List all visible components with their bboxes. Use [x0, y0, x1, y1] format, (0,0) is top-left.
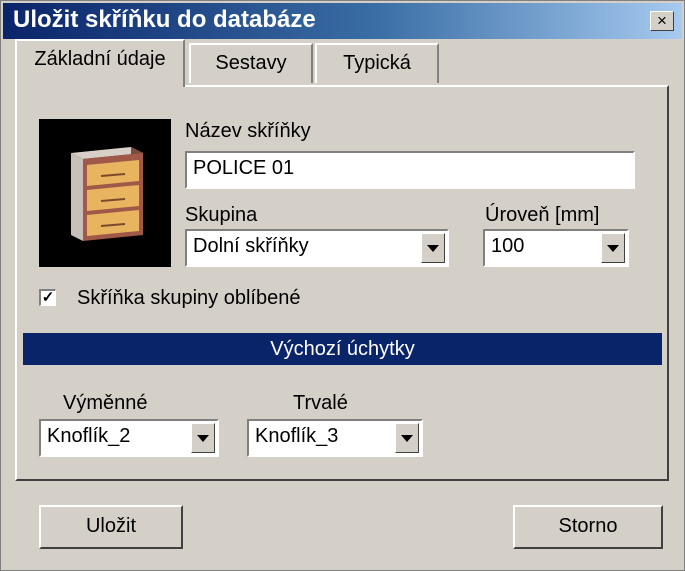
group-select[interactable]: Dolní skříňky [185, 229, 449, 267]
permanent-label: Trvalé [293, 392, 348, 414]
close-button[interactable]: × [650, 11, 674, 31]
favorite-label[interactable]: Skříňka skupiny oblíbené [77, 286, 300, 310]
chevron-down-icon [197, 435, 209, 442]
save-button[interactable]: Uložit [39, 505, 183, 549]
title-bar[interactable]: Uložit skříňku do databáze × [3, 3, 682, 39]
tab-label: Typická [343, 52, 411, 74]
chevron-down-icon [427, 245, 439, 252]
default-handles-header: Výchozí úchytky [23, 333, 662, 365]
cabinet-name-label: Název skříňky [185, 120, 311, 142]
group-label: Skupina [185, 204, 258, 226]
cabinet-name-input[interactable]: POLICE 01 [185, 151, 635, 189]
tab-zakladni-udaje[interactable]: Základní údaje [15, 39, 185, 87]
close-icon: × [657, 11, 667, 30]
save-button-label: Uložit [85, 515, 136, 537]
permanent-value: Knoflík_3 [255, 425, 339, 447]
chevron-down-icon [401, 435, 413, 442]
cabinet-name-value: POLICE 01 [193, 157, 295, 179]
group-value: Dolní skříňky [193, 235, 309, 257]
level-dropdown-button[interactable] [601, 233, 625, 263]
replaceable-value: Knoflík_2 [47, 425, 131, 447]
permanent-select[interactable]: Knoflík_3 [247, 419, 423, 457]
tab-label: Sestavy [215, 52, 287, 74]
tab-label: Základní údaje [34, 48, 166, 70]
replaceable-label: Výměnné [63, 392, 148, 414]
cancel-button[interactable]: Storno [513, 505, 663, 549]
replaceable-select[interactable]: Knoflík_2 [39, 419, 219, 457]
cabinet-drawers-icon [71, 147, 143, 241]
tab-typicka[interactable]: Typická [315, 43, 439, 83]
dialog-window: Uložit skříňku do databáze × Základní úd… [0, 0, 685, 571]
level-label: Úroveň [mm] [485, 204, 600, 226]
permanent-dropdown-button[interactable] [395, 423, 419, 453]
tab-sestavy[interactable]: Sestavy [189, 43, 313, 83]
cabinet-thumbnail [39, 119, 171, 267]
favorite-checkbox[interactable]: ✓ [39, 289, 56, 306]
level-select[interactable]: 100 [483, 229, 629, 267]
section-title: Výchozí úchytky [270, 338, 415, 360]
group-dropdown-button[interactable] [421, 233, 445, 263]
check-icon: ✓ [41, 289, 55, 306]
cancel-button-label: Storno [558, 515, 618, 537]
window-title: Uložit skříňku do databáze [13, 6, 316, 33]
replaceable-dropdown-button[interactable] [191, 423, 215, 453]
chevron-down-icon [607, 245, 619, 252]
level-value: 100 [491, 235, 525, 257]
